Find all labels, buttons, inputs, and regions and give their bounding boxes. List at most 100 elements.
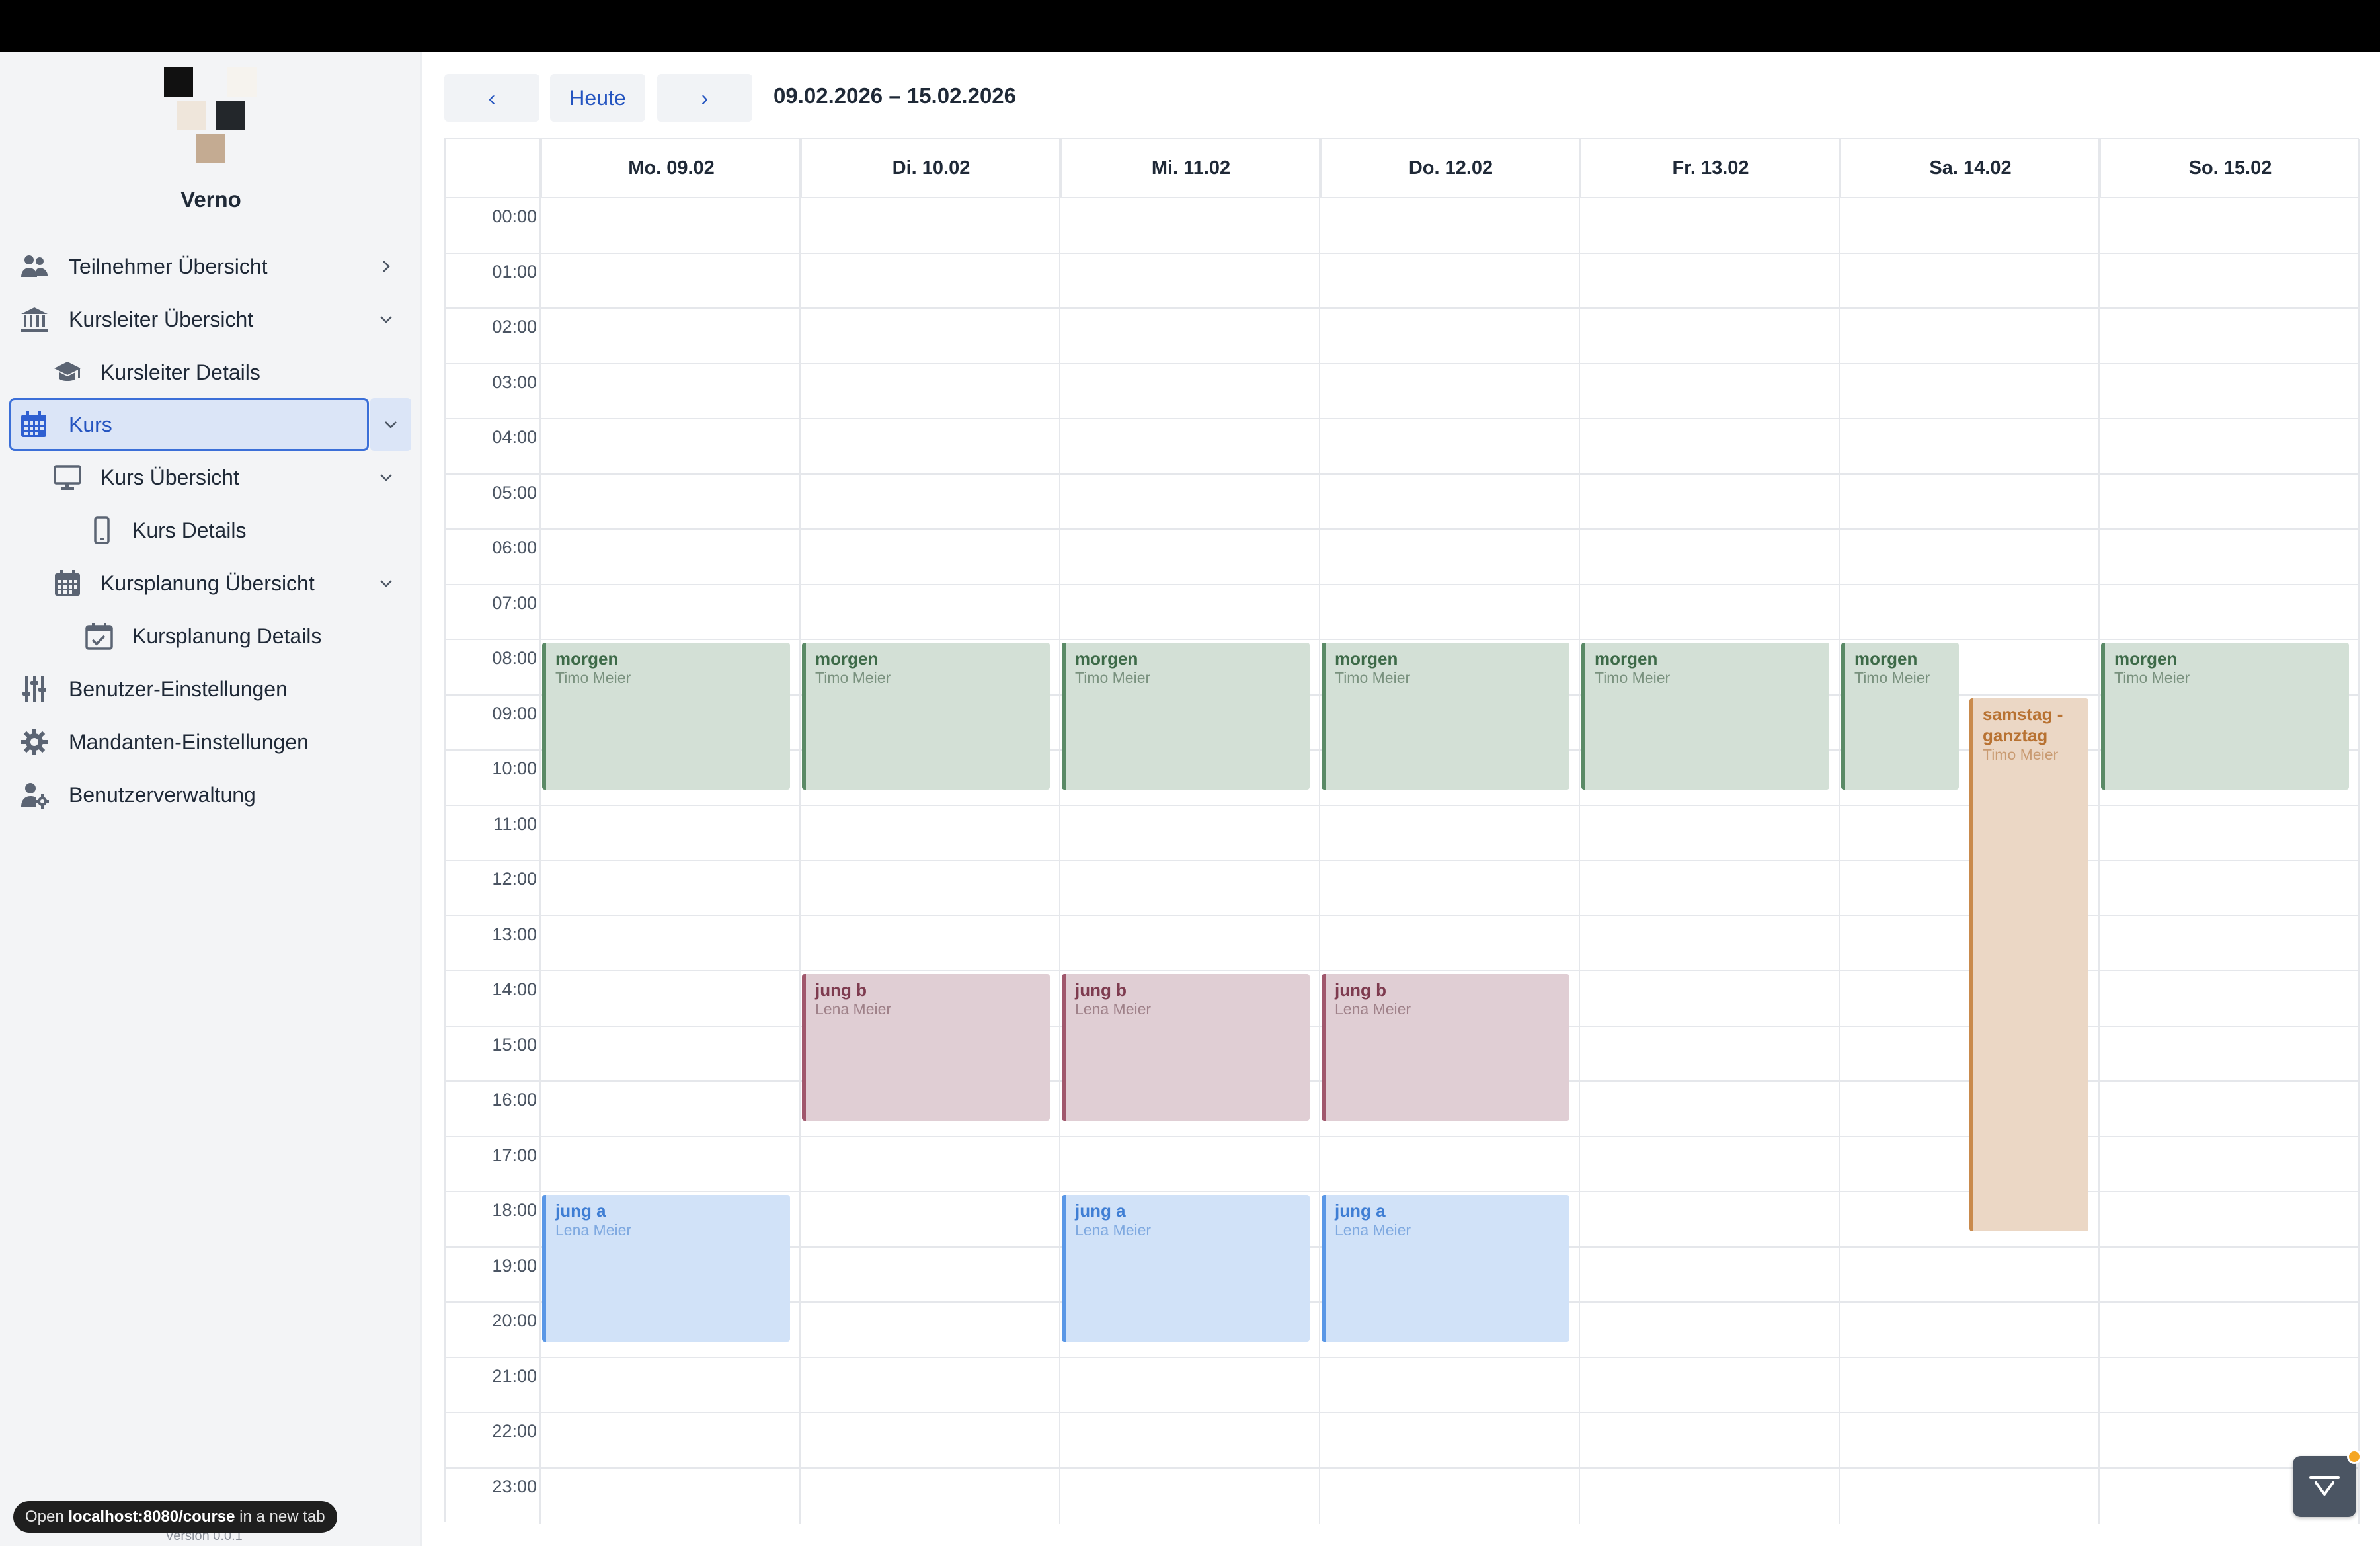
calendar-check-icon bbox=[83, 620, 115, 652]
nav-teilnehmer-uebersicht[interactable]: Teilnehmer Übersicht bbox=[9, 240, 413, 293]
next-week-button[interactable]: › bbox=[657, 74, 752, 122]
hour-gridline bbox=[446, 528, 2360, 530]
gear-icon bbox=[19, 726, 50, 758]
chat-widget-button[interactable] bbox=[2293, 1456, 2356, 1517]
time-label: 06:00 bbox=[492, 538, 537, 557]
hour-gridline bbox=[446, 418, 2360, 419]
tooltip-url: localhost:8080/course bbox=[68, 1508, 235, 1526]
calendar-event[interactable]: morgen Timo Meier bbox=[1581, 643, 1829, 790]
event-person: Timo Meier bbox=[815, 669, 891, 686]
day-header: So. 15.02 bbox=[2100, 139, 2360, 197]
nav-label: Kurs Übersicht bbox=[100, 465, 239, 489]
time-label: 08:00 bbox=[492, 648, 537, 668]
event-person: Timo Meier bbox=[2114, 669, 2190, 686]
event-person: Lena Meier bbox=[555, 1221, 632, 1239]
sidebar: Verno Teilnehmer Übersicht Kursleiter Üb… bbox=[0, 52, 422, 1546]
nav-label: Kurs Details bbox=[132, 518, 247, 542]
event-person: Timo Meier bbox=[555, 669, 631, 686]
nav-label: Kursleiter Übersicht bbox=[69, 307, 254, 331]
event-title: jung a bbox=[555, 1201, 606, 1221]
event-title: jung a bbox=[1335, 1201, 1386, 1221]
calendar-icon bbox=[52, 567, 83, 599]
time-label: 15:00 bbox=[492, 1034, 537, 1055]
calendar-event[interactable]: morgen Timo Meier bbox=[1062, 643, 1310, 790]
chevron-down-icon[interactable] bbox=[373, 306, 399, 333]
day-header: Mo. 09.02 bbox=[541, 139, 801, 197]
hour-gridline bbox=[446, 583, 2360, 585]
nav-label: Kursleiter Details bbox=[100, 360, 260, 384]
nav-label: Mandanten-Einstellungen bbox=[69, 729, 309, 754]
nav-kursleiter-uebersicht[interactable]: Kursleiter Übersicht bbox=[9, 293, 413, 346]
chat-icon bbox=[2309, 1476, 2340, 1496]
day-column-divider bbox=[539, 139, 541, 1524]
time-label: 00:00 bbox=[492, 206, 537, 226]
day-column-divider bbox=[2098, 139, 2100, 1524]
time-label: 21:00 bbox=[492, 1365, 537, 1386]
nav-mandanten-einstellungen[interactable]: Mandanten-Einstellungen bbox=[9, 715, 413, 768]
nav-kursleiter-details[interactable]: Kursleiter Details bbox=[9, 346, 413, 399]
kurs-expand-toggle[interactable] bbox=[370, 398, 411, 451]
hour-gridline bbox=[446, 307, 2360, 309]
chevron-down-icon[interactable] bbox=[373, 464, 399, 491]
calendar-event[interactable]: jung b Lena Meier bbox=[1062, 974, 1310, 1121]
calendar-event[interactable]: jung a Lena Meier bbox=[1062, 1195, 1310, 1342]
event-title: morgen bbox=[1595, 649, 1658, 669]
event-person: Timo Meier bbox=[1075, 669, 1151, 686]
event-title: jung a bbox=[1075, 1201, 1126, 1221]
nav-benutzerverwaltung[interactable]: Benutzerverwaltung bbox=[9, 768, 413, 821]
sliders-icon bbox=[19, 673, 50, 705]
hour-gridline bbox=[446, 1356, 2360, 1358]
time-label: 09:00 bbox=[492, 703, 537, 723]
nav-kurs-uebersicht[interactable]: Kurs Übersicht bbox=[9, 451, 413, 504]
day-column-divider bbox=[1839, 139, 1840, 1524]
calendar-event[interactable]: samstag - ganztag Timo Meier bbox=[1969, 698, 2088, 1231]
time-label: 03:00 bbox=[492, 372, 537, 392]
event-person: Lena Meier bbox=[1075, 1000, 1152, 1018]
event-title: samstag - ganztag bbox=[1983, 704, 2063, 745]
calendar-event[interactable]: jung a Lena Meier bbox=[542, 1195, 790, 1342]
graduation-cap-icon bbox=[52, 356, 83, 388]
calendar-event[interactable]: jung b Lena Meier bbox=[802, 974, 1050, 1121]
institution-icon bbox=[19, 304, 50, 335]
time-label: 13:00 bbox=[492, 924, 537, 944]
event-title: morgen bbox=[555, 649, 619, 669]
time-label: 10:00 bbox=[492, 758, 537, 778]
calendar-icon bbox=[18, 409, 50, 440]
hour-gridline bbox=[446, 252, 2360, 254]
hour-gridline bbox=[446, 1412, 2360, 1413]
time-label: 04:00 bbox=[492, 427, 537, 447]
time-label: 23:00 bbox=[492, 1476, 537, 1496]
calendar-event[interactable]: jung a Lena Meier bbox=[1322, 1195, 1569, 1342]
calendar-event[interactable]: morgen Timo Meier bbox=[1322, 643, 1569, 790]
nav-benutzer-einstellungen[interactable]: Benutzer-Einstellungen bbox=[9, 663, 413, 715]
day-header: Di. 10.02 bbox=[801, 139, 1060, 197]
calendar-event[interactable]: morgen Timo Meier bbox=[1841, 643, 1959, 790]
nav-label: Kursplanung Übersicht bbox=[100, 571, 315, 595]
calendar-event[interactable]: morgen Timo Meier bbox=[802, 643, 1050, 790]
time-label: 16:00 bbox=[492, 1090, 537, 1110]
nav-kurs[interactable]: Kurs bbox=[9, 398, 369, 451]
nav-kursplanung-uebersicht[interactable]: Kursplanung Übersicht bbox=[9, 557, 413, 610]
browser-top-bar bbox=[0, 0, 2380, 52]
hour-gridline bbox=[446, 362, 2360, 364]
today-button[interactable]: Heute bbox=[550, 74, 645, 122]
chevron-down-icon[interactable] bbox=[373, 570, 399, 596]
event-title: morgen bbox=[815, 649, 879, 669]
tooltip-suffix: in a new tab bbox=[239, 1508, 325, 1526]
event-title: morgen bbox=[2114, 649, 2178, 669]
event-person: Lena Meier bbox=[1335, 1000, 1411, 1018]
chevron-right-icon[interactable] bbox=[373, 253, 399, 280]
nav-label: Teilnehmer Übersicht bbox=[69, 254, 268, 278]
calendar-event[interactable]: jung b Lena Meier bbox=[1322, 974, 1569, 1121]
event-title: morgen bbox=[1335, 649, 1398, 669]
prev-week-button[interactable]: ‹ bbox=[444, 74, 539, 122]
event-title: jung b bbox=[815, 980, 867, 1000]
calendar-event[interactable]: morgen Timo Meier bbox=[2101, 643, 2349, 790]
day-column-divider bbox=[1319, 139, 1320, 1524]
calendar-event[interactable]: morgen Timo Meier bbox=[542, 643, 790, 790]
event-person: Timo Meier bbox=[1983, 745, 2059, 763]
user-cog-icon bbox=[19, 779, 50, 811]
nav-kurs-details[interactable]: Kurs Details bbox=[9, 504, 413, 557]
nav-kursplanung-details[interactable]: Kursplanung Details bbox=[9, 610, 413, 663]
time-label: 19:00 bbox=[492, 1255, 537, 1276]
